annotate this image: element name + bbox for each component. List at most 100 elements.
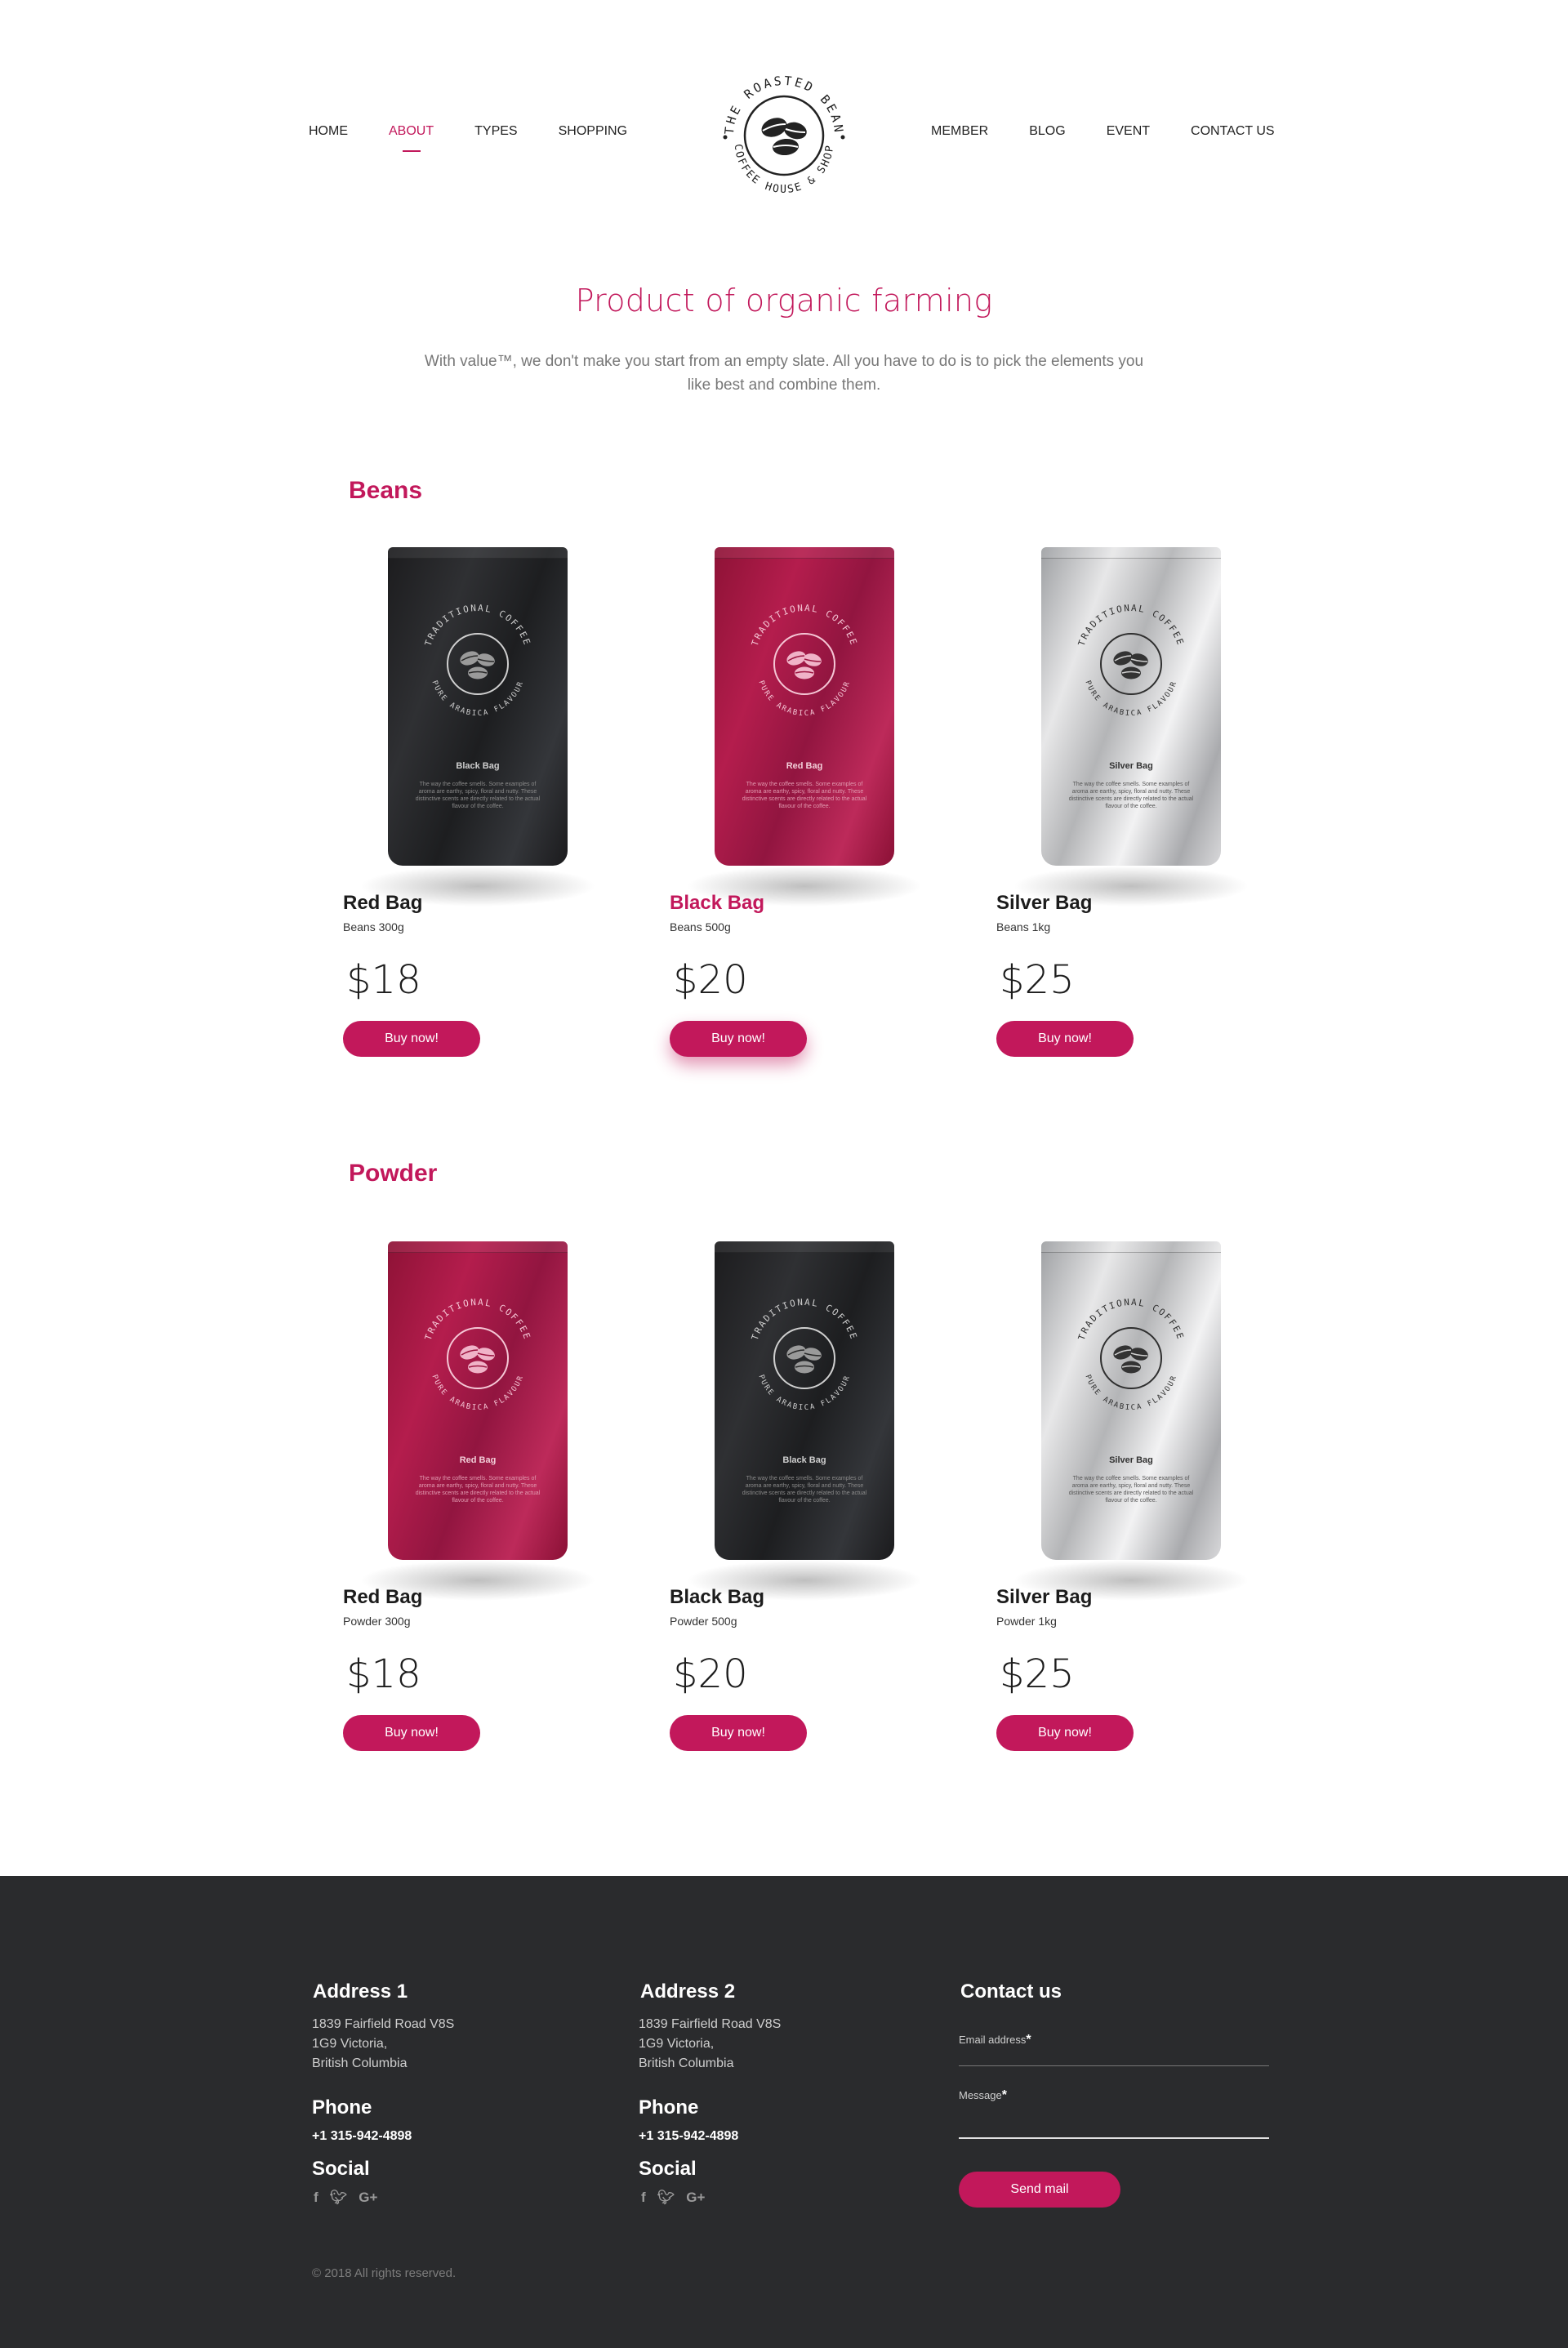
svg-text:TRADITIONAL COFFEE: TRADITIONAL COFFEE — [1076, 603, 1187, 648]
bag-print-label: Black Bag — [456, 761, 500, 771]
bag-print-copy: The way the coffee smells. Some examples… — [742, 1476, 867, 1504]
contact-title: Contact us — [960, 1980, 1062, 2003]
site-header: HOME ABOUT TYPES SHOPPING THE ROASTED BE… — [0, 0, 1568, 245]
phone-number-2[interactable]: +1 315-942-4898 — [639, 2129, 738, 2144]
address-1-title: Address 1 — [313, 1980, 408, 2003]
svg-text:TRADITIONAL COFFEE: TRADITIONAL COFFEE — [423, 1297, 533, 1342]
svg-text:TRADITIONAL COFFEE: TRADITIONAL COFFEE — [750, 1297, 860, 1342]
nav-blog[interactable]: BLOG — [1029, 124, 1065, 139]
product-weight: Powder 1kg — [996, 1615, 1057, 1628]
product-image[interactable]: TRADITIONAL COFFEE PURE ARABICA FLAVOUR … — [996, 1233, 1266, 1609]
product-price: $25 — [1000, 957, 1075, 1003]
twitter-icon[interactable]: 🐦︎ — [657, 2190, 675, 2206]
site-logo[interactable]: THE ROASTED BEAN COFFEE HOUSE & SHOP — [710, 62, 858, 209]
svg-text:PURE ARABICA FLAVOUR: PURE ARABICA FLAVOUR — [756, 679, 852, 718]
bag-print-label: Silver Bag — [1109, 761, 1153, 771]
nav-home[interactable]: HOME — [309, 124, 348, 139]
product-name[interactable]: Silver Bag — [996, 892, 1092, 915]
facebook-icon[interactable]: f — [641, 2190, 646, 2206]
product-image[interactable]: TRADITIONAL COFFEE PURE ARABICA FLAVOUR … — [670, 539, 939, 915]
svg-text:TRADITIONAL COFFEE: TRADITIONAL COFFEE — [423, 603, 533, 648]
send-mail-button[interactable]: Send mail — [959, 2172, 1120, 2208]
product-name[interactable]: Black Bag — [670, 1586, 764, 1609]
nav-right: MEMBER BLOG EVENT CONTACT US — [931, 124, 1316, 139]
buy-now-button[interactable]: Buy now! — [343, 1715, 480, 1751]
buy-now-button[interactable]: Buy now! — [996, 1715, 1134, 1751]
buy-now-button[interactable]: Buy now! — [996, 1021, 1134, 1057]
coffee-bean-print-icon: TRADITIONAL COFFEE PURE ARABICA FLAVOUR — [423, 1297, 533, 1412]
product-card: TRADITIONAL COFFEE PURE ARABICA FLAVOUR … — [996, 539, 1266, 1078]
section-title-beans: Beans — [349, 477, 423, 504]
product-name[interactable]: Black Bag — [670, 892, 764, 915]
email-field[interactable] — [959, 2065, 1269, 2066]
coffee-bag-image: TRADITIONAL COFFEE PURE ARABICA FLAVOUR … — [715, 547, 894, 866]
svg-text:TRADITIONAL COFFEE: TRADITIONAL COFFEE — [750, 603, 860, 648]
phone-number-1[interactable]: +1 315-942-4898 — [312, 2129, 412, 2144]
nav-contact-us[interactable]: CONTACT US — [1191, 124, 1275, 139]
social-links-2: f 🐦︎ G+ — [641, 2190, 705, 2206]
product-price: $18 — [346, 957, 421, 1003]
svg-text:PURE ARABICA FLAVOUR: PURE ARABICA FLAVOUR — [756, 1374, 852, 1412]
nav-shopping[interactable]: SHOPPING — [559, 124, 627, 139]
address-2-line-3: British Columbia — [639, 2056, 734, 2070]
svg-text:PURE ARABICA FLAVOUR: PURE ARABICA FLAVOUR — [1083, 1374, 1178, 1412]
address-1-line-1: 1839 Fairfield Road V8S — [312, 2017, 455, 2031]
address-2-title: Address 2 — [640, 1980, 736, 2003]
nav-event[interactable]: EVENT — [1107, 124, 1150, 139]
email-label: Email address* — [959, 2033, 1031, 2047]
message-field[interactable] — [959, 2137, 1269, 2139]
coffee-bean-print-icon: TRADITIONAL COFFEE PURE ARABICA FLAVOUR — [1076, 1297, 1187, 1412]
copyright: © 2018 All rights reserved. — [312, 2266, 457, 2280]
bag-print-label: Red Bag — [459, 1455, 497, 1465]
nav-member[interactable]: MEMBER — [931, 124, 988, 139]
google-plus-icon[interactable]: G+ — [686, 2190, 705, 2206]
bag-print-copy: The way the coffee smells. Some examples… — [415, 782, 541, 809]
product-name[interactable]: Red Bag — [343, 1586, 422, 1609]
site-footer: Address 1 1839 Fairfield Road V8S 1G9 Vi… — [0, 1876, 1568, 2348]
nav-types[interactable]: TYPES — [474, 124, 517, 139]
social-links-1: f 🐦︎ G+ — [314, 2190, 377, 2206]
message-label: Message* — [959, 2088, 1007, 2102]
bag-print-label: Silver Bag — [1109, 1455, 1153, 1465]
bag-print-copy: The way the coffee smells. Some examples… — [1068, 782, 1194, 809]
product-image[interactable]: TRADITIONAL COFFEE PURE ARABICA FLAVOUR … — [670, 1233, 939, 1609]
svg-text:PURE ARABICA FLAVOUR: PURE ARABICA FLAVOUR — [430, 679, 525, 718]
product-image[interactable]: TRADITIONAL COFFEE PURE ARABICA FLAVOUR … — [343, 539, 612, 915]
product-name[interactable]: Red Bag — [343, 892, 422, 915]
product-weight: Beans 500g — [670, 920, 731, 933]
twitter-icon[interactable]: 🐦︎ — [330, 2190, 348, 2206]
phone-title-2: Phone — [639, 2096, 699, 2119]
address-1-line-3: British Columbia — [312, 2056, 408, 2070]
product-price: $25 — [1000, 1651, 1075, 1697]
product-image[interactable]: TRADITIONAL COFFEE PURE ARABICA FLAVOUR … — [996, 539, 1266, 915]
bag-print-copy: The way the coffee smells. Some examples… — [1068, 1476, 1194, 1504]
product-card: TRADITIONAL COFFEE PURE ARABICA FLAVOUR … — [996, 1233, 1266, 1772]
product-price: $18 — [346, 1651, 421, 1697]
product-card: TRADITIONAL COFFEE PURE ARABICA FLAVOUR … — [343, 1233, 612, 1772]
coffee-bag-image: TRADITIONAL COFFEE PURE ARABICA FLAVOUR … — [1041, 547, 1221, 866]
product-name[interactable]: Silver Bag — [996, 1586, 1092, 1609]
coffee-bag-image: TRADITIONAL COFFEE PURE ARABICA FLAVOUR … — [715, 1241, 894, 1560]
coffee-bean-print-icon: TRADITIONAL COFFEE PURE ARABICA FLAVOUR — [423, 603, 533, 718]
coffee-bean-logo-icon: THE ROASTED BEAN COFFEE HOUSE & SHOP — [722, 74, 845, 196]
google-plus-icon[interactable]: G+ — [359, 2190, 377, 2206]
svg-text:PURE ARABICA FLAVOUR: PURE ARABICA FLAVOUR — [1083, 679, 1178, 718]
facebook-icon[interactable]: f — [314, 2190, 318, 2206]
buy-now-button[interactable]: Buy now! — [670, 1021, 807, 1057]
nav-about[interactable]: ABOUT — [389, 124, 434, 139]
product-card: TRADITIONAL COFFEE PURE ARABICA FLAVOUR … — [670, 1233, 939, 1772]
nav-left: HOME ABOUT TYPES SHOPPING — [309, 124, 668, 139]
buy-now-button[interactable]: Buy now! — [670, 1715, 807, 1751]
coffee-bag-image: TRADITIONAL COFFEE PURE ARABICA FLAVOUR … — [1041, 1241, 1221, 1560]
page-title: Product of organic farming — [575, 283, 993, 319]
address-2-line-2: 1G9 Victoria, — [639, 2037, 715, 2051]
phone-title-1: Phone — [312, 2096, 372, 2119]
product-image[interactable]: TRADITIONAL COFFEE PURE ARABICA FLAVOUR … — [343, 1233, 612, 1609]
product-weight: Beans 300g — [343, 920, 404, 933]
product-weight: Powder 500g — [670, 1615, 737, 1628]
buy-now-button[interactable]: Buy now! — [343, 1021, 480, 1057]
page-subtitle: With value™, we don't make you start fro… — [424, 353, 1144, 394]
svg-text:TRADITIONAL COFFEE: TRADITIONAL COFFEE — [1076, 1297, 1187, 1342]
product-card: TRADITIONAL COFFEE PURE ARABICA FLAVOUR … — [670, 539, 939, 1078]
product-card: TRADITIONAL COFFEE PURE ARABICA FLAVOUR … — [343, 539, 612, 1078]
